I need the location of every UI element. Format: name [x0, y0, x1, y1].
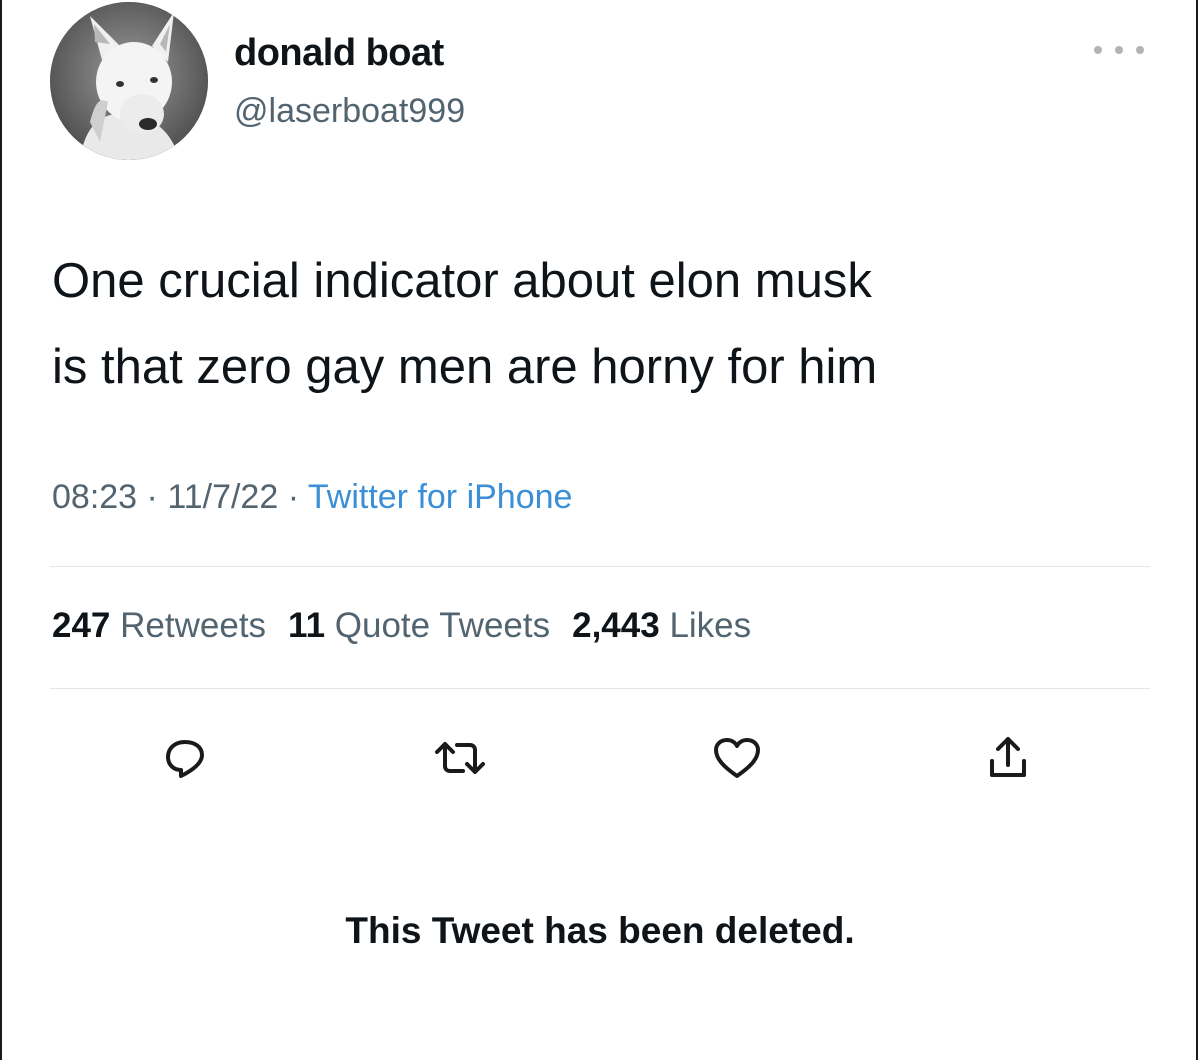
more-options-icon[interactable]	[1094, 40, 1144, 60]
meta-separator: ·	[146, 478, 158, 516]
tweet-text-line: One crucial indicator about elon musk	[52, 254, 872, 308]
tweet-date[interactable]: 11/7/22	[167, 478, 278, 516]
tweet-source-link[interactable]: Twitter for iPhone	[308, 478, 573, 516]
display-name[interactable]: donald boat	[234, 32, 444, 75]
heart-icon	[714, 738, 760, 778]
reply-button[interactable]	[155, 728, 215, 788]
tweet-text: One crucial indicator about elon musk is…	[52, 238, 1172, 410]
quote-tweets-count: 11	[288, 606, 326, 645]
meta-separator: ·	[287, 478, 300, 516]
retweets-count: 247	[52, 606, 111, 645]
tweet-meta: 08:23 · 11/7/22 · Twitter for iPhone	[52, 478, 572, 517]
user-handle[interactable]: @laserboat999	[234, 92, 465, 131]
retweets-label: Retweets	[120, 606, 267, 645]
tweet-time[interactable]: 08:23	[52, 478, 137, 516]
likes-stat[interactable]: 2,443 Likes	[572, 606, 751, 645]
dog-avatar-image	[50, 2, 208, 160]
avatar[interactable]	[50, 2, 208, 160]
likes-count: 2,443	[572, 606, 660, 645]
quote-tweets-stat[interactable]: 11 Quote Tweets	[288, 606, 550, 645]
tweet-stats: 247 Retweets 11 Quote Tweets 2,443 Likes	[52, 606, 751, 646]
quote-tweets-label: Quote Tweets	[334, 606, 551, 645]
more-dot	[1094, 46, 1102, 54]
retweet-button[interactable]	[430, 728, 490, 788]
divider	[50, 566, 1150, 567]
like-button[interactable]	[707, 728, 767, 788]
tweet-text-line: is that zero gay men are horny for him	[52, 340, 878, 394]
screenshot-frame	[0, 0, 1198, 1060]
share-icon	[990, 737, 1026, 777]
deleted-notice: This Tweet has been deleted.	[345, 910, 855, 951]
more-dot	[1136, 46, 1144, 54]
divider	[50, 688, 1150, 689]
reply-icon	[166, 740, 204, 778]
likes-label: Likes	[669, 606, 752, 645]
share-button[interactable]	[978, 728, 1038, 788]
more-dot	[1115, 46, 1123, 54]
retweet-icon	[435, 742, 485, 774]
retweets-stat[interactable]: 247 Retweets	[52, 606, 266, 645]
